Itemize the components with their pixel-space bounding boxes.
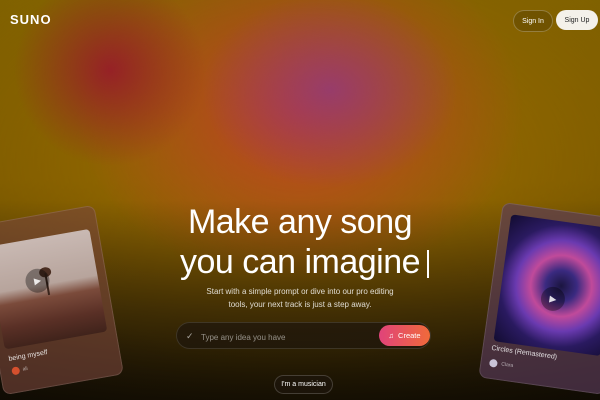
cover-art [493,214,600,357]
headline-line-1: Make any song [187,203,413,241]
artist-name[interactable]: Clara [501,361,514,369]
sign-in-button[interactable]: Sign In [513,10,553,32]
artist-name[interactable]: ali [22,366,28,373]
sign-up-button[interactable]: Sign Up [556,10,598,30]
create-button[interactable]: ♫ Create [379,325,430,346]
song-idea-input[interactable] [199,327,373,347]
musician-button[interactable]: I'm a musician [274,375,333,394]
song-title: being myself [8,349,49,363]
headline-line-2: you can imagine [179,243,421,281]
create-label: Create [398,331,421,340]
artist-avatar [11,366,21,376]
artist-avatar [488,358,498,368]
music-note-icon: ♫ [388,331,395,340]
sparkle-check-icon: ✓ [186,331,194,341]
suno-logo[interactable]: SUNO [10,12,52,27]
cover-art [0,228,108,350]
hero-headline: Make any song you can imagine [150,202,450,282]
hero-subtext: Start with a simple prompt or dive into … [206,287,394,309]
prompt-bar: ✓ ♫ Create [176,322,431,349]
typing-caret [427,250,429,278]
